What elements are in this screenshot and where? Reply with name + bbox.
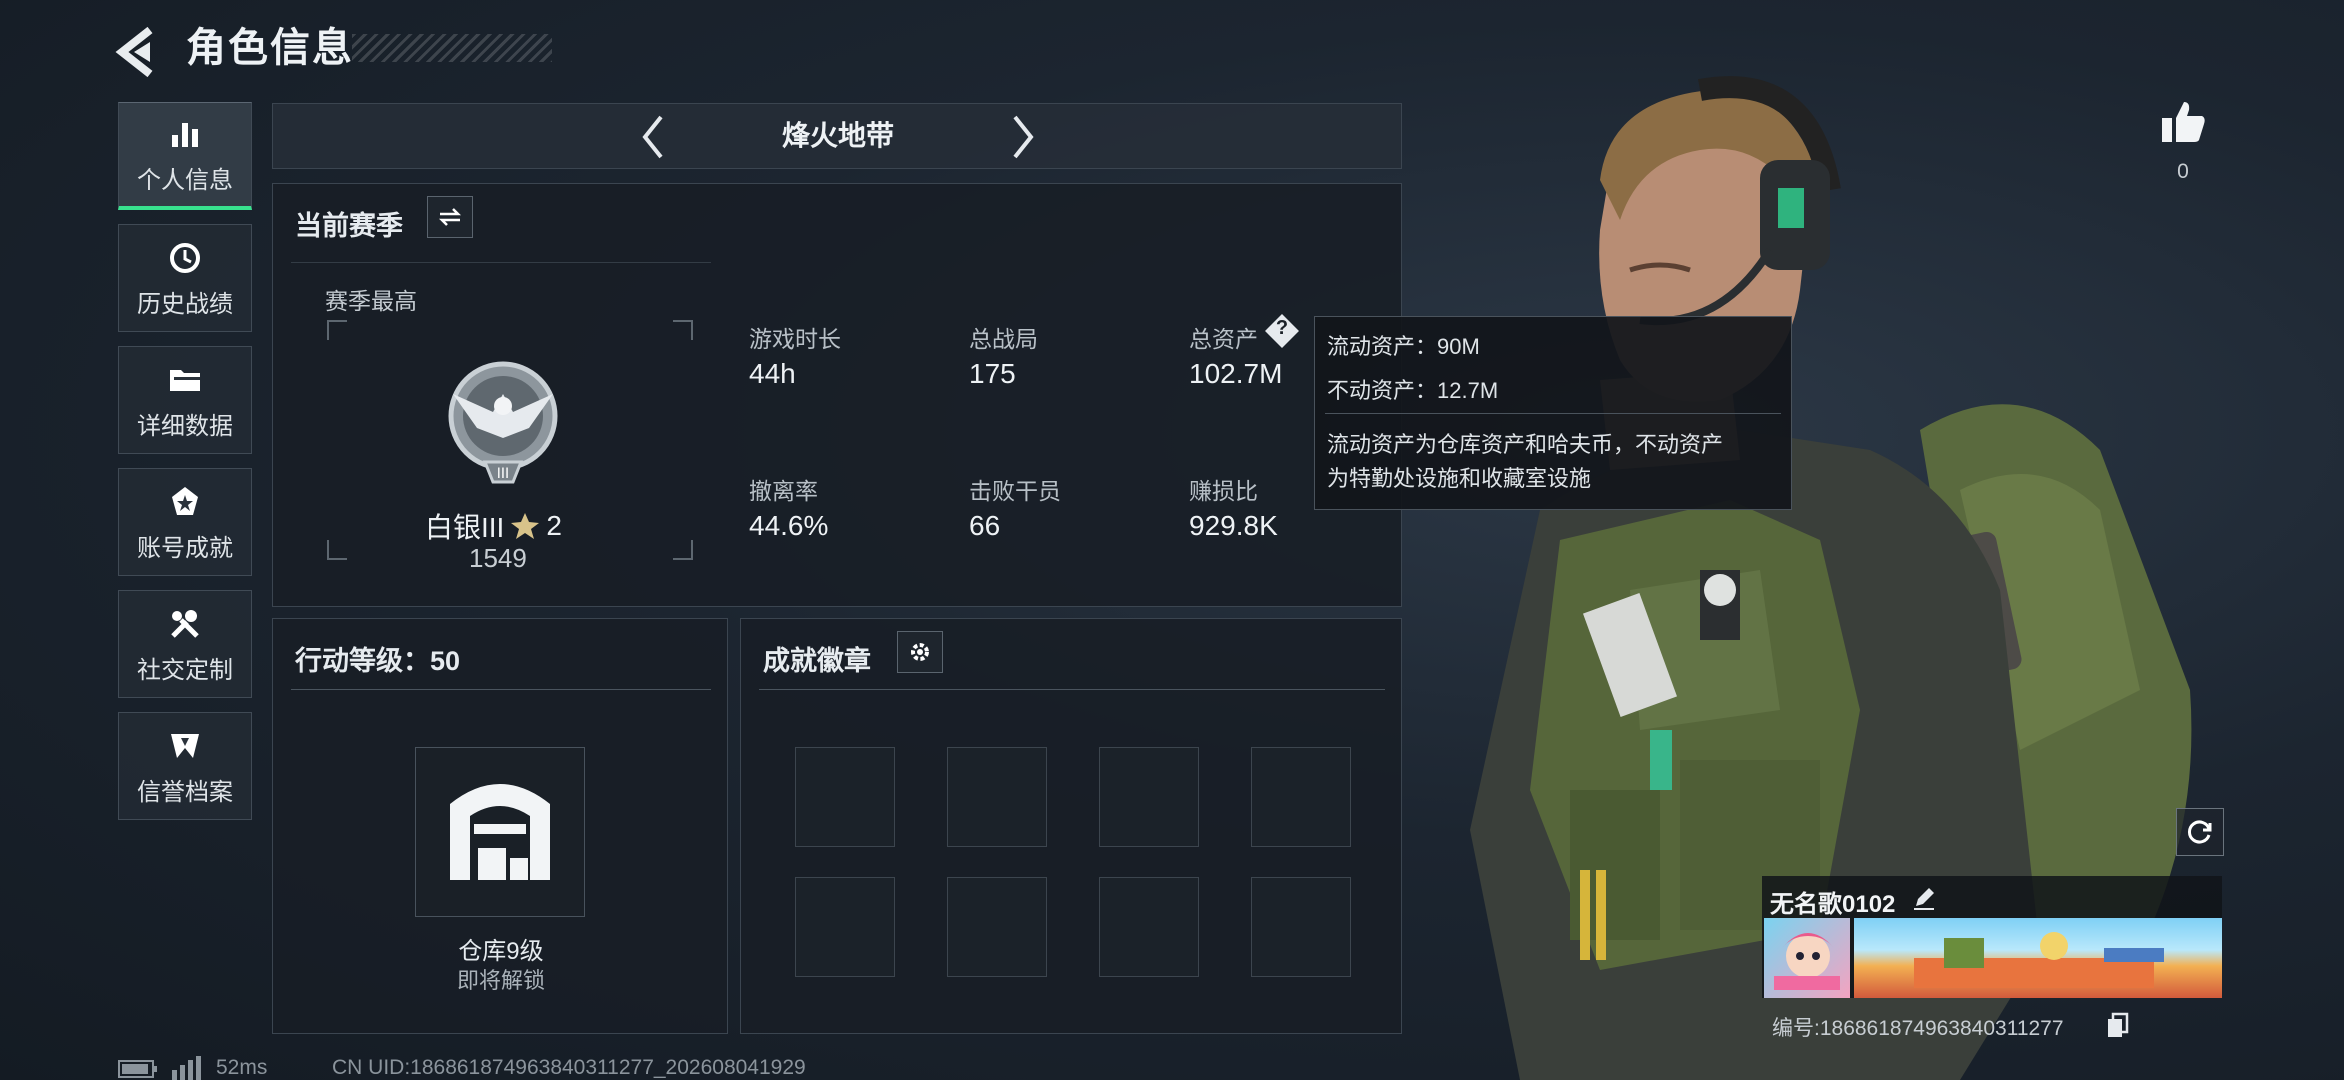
stat-assets-value: 102.7M xyxy=(1189,358,1283,389)
rank-score: 1549 xyxy=(469,543,527,573)
divider xyxy=(291,689,711,690)
tooltip-fixed: 不动资产：12.7M xyxy=(1327,378,1499,403)
nav-label: 信誉档案 xyxy=(137,778,233,806)
season-panel: 当前赛季 赛季最高 III 白银III 2 1549 游戏时长 44h 总战局 … xyxy=(272,183,1402,607)
tooltip-desc-2: 为特勤处设施和收藏室设施 xyxy=(1327,466,1592,491)
divider xyxy=(759,689,1385,690)
divider xyxy=(1325,413,1781,414)
bar-chart-icon xyxy=(165,114,205,154)
chevron-right-icon[interactable] xyxy=(1003,107,1043,167)
nav-label: 个人信息 xyxy=(137,167,233,194)
stat-kills-value: 66 xyxy=(969,510,1001,541)
like-count: 0 xyxy=(2177,160,2189,183)
badge-slot[interactable] xyxy=(947,877,1047,977)
rank-name: 白银III xyxy=(425,512,505,543)
badge-slot[interactable] xyxy=(795,747,895,847)
rank-row: 白银III 2 xyxy=(425,506,562,546)
frame-corner xyxy=(327,540,347,560)
rank-emblem-icon: III xyxy=(448,361,558,484)
badge-settings-button[interactable] xyxy=(897,631,943,673)
help-icon-glyph: ? xyxy=(1275,317,1289,339)
swap-icon xyxy=(438,208,462,226)
warehouse-label: 仓库9级 xyxy=(458,938,544,965)
profile-card[interactable]: 无名歌0102 xyxy=(1762,876,2222,998)
badge-slot[interactable] xyxy=(795,877,895,977)
stat-kills-label: 击败干员 xyxy=(969,478,1061,504)
badge-slot[interactable] xyxy=(1099,747,1199,847)
rank-numeral: III xyxy=(497,466,509,482)
badge-slot[interactable] xyxy=(1099,877,1199,977)
switch-season-button[interactable] xyxy=(427,196,473,238)
ping: 52ms xyxy=(216,1056,268,1079)
stat-extract-label: 撤离率 xyxy=(749,478,818,504)
refresh-icon xyxy=(2187,820,2212,844)
warehouse-icon xyxy=(450,784,550,880)
stat-matches-value: 175 xyxy=(969,358,1016,389)
rank-stars: 2 xyxy=(546,510,562,541)
stat-profit-label: 赚损比 xyxy=(1189,478,1258,504)
season-best-label: 赛季最高 xyxy=(325,288,417,314)
mode-title: 烽火地带 xyxy=(781,120,894,151)
rotate-view-button[interactable] xyxy=(2176,808,2224,856)
player-name: 无名歌0102 xyxy=(1770,891,1896,918)
divider xyxy=(291,262,711,263)
thumbs-up-icon[interactable] xyxy=(2158,98,2208,148)
action-level-panel: 行动等级：50 仓库9级 即将解锁 xyxy=(272,618,728,1034)
folder-icon xyxy=(165,360,205,400)
nav-item-personal-info[interactable]: 个人信息 xyxy=(118,102,252,210)
stat-extract-value: 44.6% xyxy=(749,510,829,541)
reputation-icon xyxy=(165,726,205,766)
frame-corner xyxy=(673,320,693,340)
badges-panel: 成就徽章 xyxy=(740,618,1402,1034)
mode-selector: 烽火地带 xyxy=(272,103,1402,169)
nav-item-reputation[interactable]: 信誉档案 xyxy=(118,712,252,820)
nav-label: 历史战绩 xyxy=(137,290,233,318)
name-card-banner[interactable] xyxy=(1854,918,2222,998)
page-title: 角色信息 xyxy=(186,26,354,70)
action-level-title: 行动等级：50 xyxy=(295,646,461,676)
badges-title: 成就徽章 xyxy=(763,646,871,676)
frame-corner xyxy=(673,540,693,560)
nav-item-social[interactable]: 社交定制 xyxy=(118,590,252,698)
warehouse-sub: 即将解锁 xyxy=(456,968,545,993)
avatar[interactable] xyxy=(1764,918,1850,998)
badge-slot[interactable] xyxy=(1251,747,1351,847)
stat-playtime-label: 游戏时长 xyxy=(749,326,841,352)
tooltip-desc-1: 流动资产为仓库资产和哈夫币，不动资产 xyxy=(1327,432,1724,457)
nav-item-detailed-data[interactable]: 详细数据 xyxy=(118,346,252,454)
uid: CN UID:18686187496384031127​7_2026080419… xyxy=(332,1056,806,1079)
stat-matches-label: 总战局 xyxy=(969,326,1038,352)
star-icon xyxy=(511,513,540,539)
warehouse-card[interactable] xyxy=(415,747,585,917)
copy-icon[interactable] xyxy=(2106,1012,2130,1038)
gear-icon xyxy=(911,643,929,661)
tooltip-liquid: 流动资产：90M xyxy=(1327,334,1480,359)
nav-label: 详细数据 xyxy=(137,412,233,440)
nav-label: 社交定制 xyxy=(137,656,233,684)
frame-corner xyxy=(327,320,347,340)
badge-slot[interactable] xyxy=(947,747,1047,847)
stat-playtime-value: 44h xyxy=(749,358,796,389)
nav-item-achievements[interactable]: 账号成就 xyxy=(118,468,252,576)
season-title: 当前赛季 xyxy=(295,211,403,241)
title-decoration xyxy=(352,34,552,62)
nav-label: 账号成就 xyxy=(137,534,233,562)
edit-icon[interactable] xyxy=(1910,884,1938,912)
tools-icon xyxy=(165,604,205,644)
signal-icon xyxy=(172,1056,201,1080)
stat-assets-label: 总资产 xyxy=(1189,326,1258,352)
nav-item-history[interactable]: 历史战绩 xyxy=(118,224,252,332)
achievement-icon xyxy=(165,482,205,522)
history-icon xyxy=(165,238,205,278)
back-arrow-icon[interactable] xyxy=(112,22,172,82)
badge-slot[interactable] xyxy=(1251,877,1351,977)
stat-profit-value: 929.8K xyxy=(1189,510,1278,541)
battery-icon xyxy=(118,1060,157,1078)
assets-tooltip: 流动资产：90M 不动资产：12.7M 流动资产为仓库资产和哈夫币，不动资产 为… xyxy=(1314,316,1792,510)
player-id: 编号:18686187496384031127​7 xyxy=(1772,1017,2064,1040)
